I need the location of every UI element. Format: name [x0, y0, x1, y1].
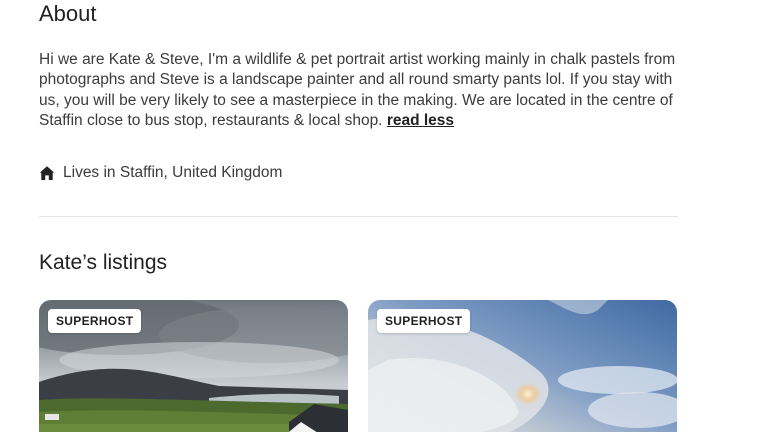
superhost-badge: SUPERHOST	[377, 309, 471, 333]
listing-card[interactable]: SUPERHOST	[368, 300, 677, 432]
about-bio-text: Hi we are Kate & Steve, I'm a wildlife &…	[39, 51, 676, 129]
host-profile-page: About Hi we are Kate & Steve, I'm a wild…	[0, 0, 768, 432]
home-icon	[39, 166, 55, 180]
about-heading: About	[39, 1, 97, 26]
superhost-badge: SUPERHOST	[48, 309, 142, 333]
read-less-link[interactable]: read less	[387, 112, 454, 129]
listing-card[interactable]: SUPERHOST	[39, 300, 348, 432]
lives-in-text: Lives in Staffin, United Kingdom	[63, 164, 283, 181]
section-divider	[39, 216, 678, 217]
listings-heading: Kate’s listings	[39, 251, 168, 274]
lives-in-row: Lives in Staffin, United Kingdom	[39, 163, 282, 183]
about-bio: Hi we are Kate & Steve, I'm a wildlife &…	[39, 50, 684, 131]
